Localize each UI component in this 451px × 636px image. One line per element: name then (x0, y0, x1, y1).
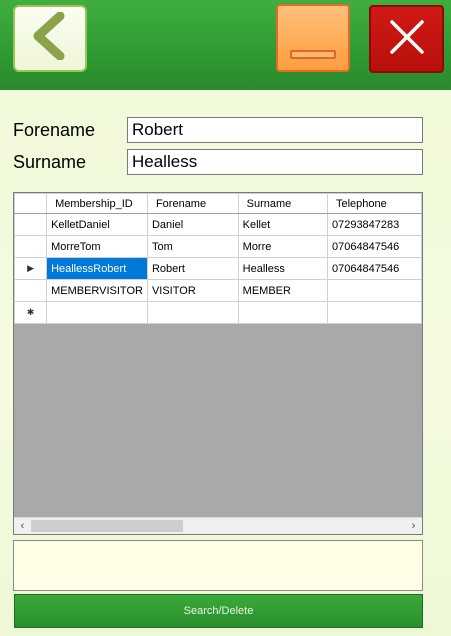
corner-header (14, 193, 48, 214)
horizontal-scrollbar[interactable]: ‹ › (14, 517, 422, 534)
table-row[interactable]: KelletDaniel Daniel Kellet 07293847283 (14, 213, 422, 236)
current-row-marker[interactable]: ▶ (14, 257, 48, 280)
cell-membership-id[interactable]: KelletDaniel (46, 213, 148, 236)
cell-forename[interactable]: Daniel (146, 213, 239, 236)
close-button[interactable] (369, 5, 444, 73)
surname-field[interactable] (127, 149, 423, 175)
cell-telephone[interactable] (326, 279, 422, 302)
message-box[interactable] (13, 540, 423, 591)
new-cell[interactable] (237, 301, 328, 324)
cell-forename[interactable]: VISITOR (146, 279, 239, 302)
new-row-marker[interactable]: ✱ (14, 301, 48, 324)
column-header[interactable]: Surname (237, 193, 328, 214)
back-button[interactable] (13, 5, 87, 72)
title-bar (0, 0, 451, 90)
new-cell[interactable] (46, 301, 148, 324)
cell-surname[interactable]: Morre (237, 235, 328, 258)
cell-forename[interactable]: Tom (146, 235, 239, 258)
table-row[interactable]: ▶ HeallessRobert Robert Healless 0706484… (14, 257, 422, 280)
header-row: Membership_ID Forename Surname Telephone (14, 193, 422, 214)
chevron-left-icon (28, 11, 72, 65)
surname-label: Surname (13, 152, 87, 172)
column-header[interactable]: Telephone (326, 193, 422, 214)
cell-surname[interactable]: MEMBER (237, 279, 328, 302)
cell-surname[interactable]: Kellet (237, 213, 328, 236)
minimize-button[interactable] (276, 4, 350, 72)
cell-membership-id[interactable]: MEMBERVISITOR (46, 279, 148, 302)
scrollbar-thumb[interactable] (31, 520, 183, 532)
forename-label: Forename (13, 120, 96, 140)
members-table: Membership_ID Forename Surname Telephone… (14, 193, 422, 324)
table-row[interactable]: MorreTom Tom Morre 07064847546 (14, 235, 422, 258)
column-header[interactable]: Membership_ID (46, 193, 148, 214)
scroll-right-icon[interactable]: › (405, 518, 422, 534)
forename-field[interactable] (127, 117, 423, 143)
new-cell[interactable] (326, 301, 422, 324)
cell-surname[interactable]: Healless (237, 257, 328, 280)
cell-membership-id-selected[interactable]: HeallessRobert (46, 257, 148, 280)
row-header[interactable] (14, 279, 48, 302)
scroll-left-icon[interactable]: ‹ (14, 518, 31, 534)
column-header[interactable]: Forename (146, 193, 239, 214)
new-row[interactable]: ✱ (14, 301, 422, 324)
close-icon (387, 17, 427, 62)
new-cell[interactable] (146, 301, 239, 324)
cell-membership-id[interactable]: MorreTom (46, 235, 148, 258)
minimize-icon (290, 50, 336, 59)
cell-telephone[interactable]: 07064847546 (326, 257, 422, 280)
cell-telephone[interactable]: 07293847283 (326, 213, 422, 236)
cell-forename[interactable]: Robert (146, 257, 239, 280)
row-header[interactable] (14, 235, 48, 258)
members-grid[interactable]: Membership_ID Forename Surname Telephone… (13, 192, 423, 535)
table-row[interactable]: MEMBERVISITOR VISITOR MEMBER (14, 279, 422, 302)
row-header[interactable] (14, 213, 48, 236)
cell-telephone[interactable]: 07064847546 (326, 235, 422, 258)
search-delete-button[interactable]: Search/Delete (14, 594, 423, 628)
